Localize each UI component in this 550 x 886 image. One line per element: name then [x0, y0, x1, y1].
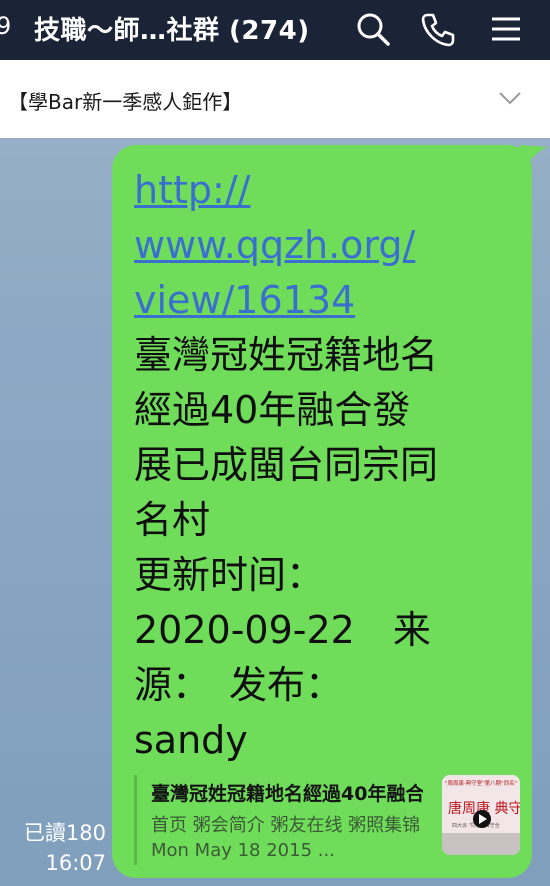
preview-description: 首页 粥会简介 粥友在线 粥照集锦 Mon May 18 2015 ...: [151, 815, 421, 861]
chevron-down-icon[interactable]: [498, 88, 522, 108]
announcement-bar[interactable]: 【學Bar新一季感人鉅作】: [0, 60, 550, 138]
link-preview[interactable]: 臺灣冠姓冠籍地名經過40年融合發展已成閩台同宗同名村 首页 粥会简介 粥友在线 …: [134, 775, 520, 865]
message-bubble[interactable]: http:// www.qqzh.org/ view/16134 臺灣冠姓冠籍地…: [112, 145, 532, 878]
preview-thumbnail[interactable]: "周周康·典守室"第八期"同名" 唐周康 典守室 四大派 "同名" 典守全: [442, 775, 520, 855]
message-text: http:// www.qqzh.org/ view/16134 臺灣冠姓冠籍地…: [134, 163, 524, 768]
back-count[interactable]: 9: [0, 12, 11, 40]
menu-icon[interactable]: [484, 8, 526, 50]
read-count: 已讀180: [23, 821, 106, 845]
chat-title[interactable]: 技職～師…社群 (274): [34, 10, 310, 47]
read-receipt: 已讀180 16:07: [10, 818, 106, 878]
message-body: 臺灣冠姓冠籍地名 經過40年融合發 展已成閩台同宗同 名村 更新时间： 2020…: [134, 333, 439, 762]
chat-header: 9 技職～師…社群 (274): [0, 0, 550, 60]
thumb-caption-top: "周周康·典守室"第八期"同名": [445, 779, 517, 787]
search-icon[interactable]: [352, 8, 394, 50]
message-link[interactable]: http:// www.qqzh.org/ view/16134: [134, 168, 415, 322]
message-time: 16:07: [45, 851, 106, 875]
phone-icon[interactable]: [416, 8, 458, 50]
preview-title: 臺灣冠姓冠籍地名經過40年融合發展已成閩台同宗同名村: [151, 783, 423, 805]
announcement-text: 【學Bar新一季感人鉅作】: [8, 90, 243, 114]
